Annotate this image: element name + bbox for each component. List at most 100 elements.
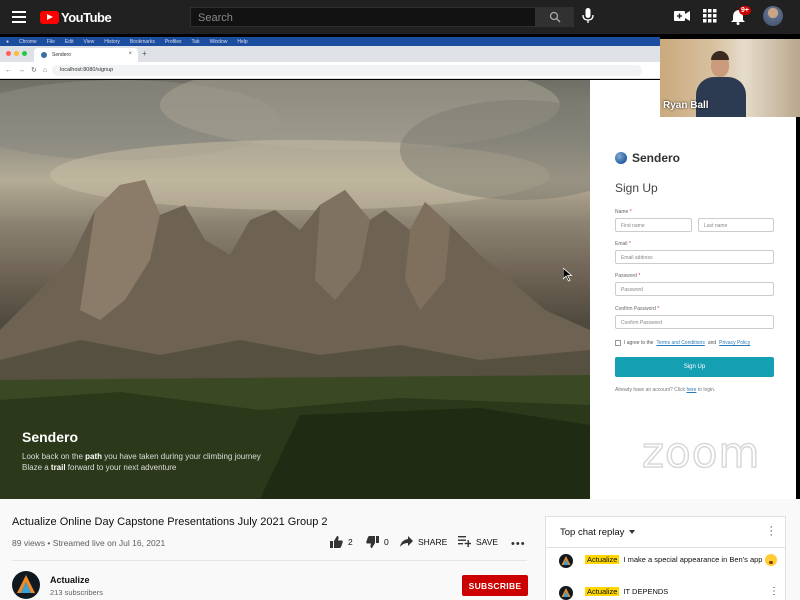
- mac-menu-item: File: [46, 38, 55, 45]
- thumbs-down-icon: [366, 536, 379, 548]
- new-tab-plus-icon: +: [142, 49, 147, 58]
- mac-menu-bar: ● Chrome File Edit View History Bookmark…: [0, 37, 660, 46]
- video-stats: 89 views • Streamed live on Jul 16, 2021: [12, 538, 166, 548]
- mac-menu-item: Help: [237, 38, 248, 45]
- search-icon: [549, 11, 561, 23]
- mountain-hero-image: Sendero Look back on the path you have t…: [0, 80, 590, 499]
- like-count: 2: [348, 537, 353, 547]
- more-actions-icon[interactable]: •••: [511, 538, 526, 550]
- share-button[interactable]: SHARE: [400, 536, 447, 547]
- share-label: SHARE: [418, 536, 448, 547]
- chat-replay-panel: Top chat replay · · · Actualize I make a sp…: [545, 516, 786, 600]
- account-avatar[interactable]: [763, 6, 783, 26]
- mouse-cursor-icon: [563, 268, 573, 282]
- youtube-play-icon: [40, 10, 59, 24]
- share-arrow-icon: [400, 536, 413, 547]
- email-field: Email address: [615, 250, 774, 264]
- masthead: YouTube 9+: [0, 0, 800, 34]
- chat-menu-icon[interactable]: · · ·: [769, 522, 773, 541]
- dislike-button[interactable]: 0: [366, 536, 389, 548]
- privacy-link: Privacy Policy: [719, 340, 751, 346]
- message-menu-icon[interactable]: ⋮: [769, 586, 779, 597]
- signup-submit-button: Sign Up: [615, 357, 774, 377]
- browser-nav-icons: ←→↻⌂: [5, 67, 54, 74]
- form-title: Sign Up: [615, 181, 658, 195]
- url-field: localhost:8080/signup: [52, 65, 642, 76]
- hero-tagline-text: Blaze a: [22, 463, 51, 472]
- webcam-overlay: Ryan Ball: [660, 39, 800, 117]
- hero-tagline-text: Look back on the: [22, 452, 86, 461]
- mac-menu-item: History: [104, 38, 120, 45]
- chat-mode-dropdown[interactable]: Top chat replay: [560, 527, 636, 538]
- chat-message-body: Actualize IT DEPENDS: [585, 586, 779, 597]
- like-button[interactable]: 2: [330, 536, 353, 548]
- hero-tagline-bold: path: [85, 452, 103, 461]
- thumbs-up-icon: [330, 536, 343, 548]
- zoom-window-dot: [22, 51, 27, 56]
- chat-message-text: I make a special appearance in Ben's app: [623, 555, 763, 564]
- youtube-wordmark: YouTube: [61, 9, 112, 25]
- tab-close-icon: ×: [128, 51, 132, 57]
- confirm-password-field: Confirm Password: [615, 315, 774, 329]
- hamburger-menu-icon[interactable]: [12, 11, 26, 23]
- sendero-brand: Sendero: [615, 151, 680, 165]
- mountain-landscape-illustration: [0, 80, 590, 499]
- create-video-icon[interactable]: [674, 9, 690, 23]
- video-player[interactable]: ● Chrome File Edit View History Bookmark…: [0, 34, 800, 499]
- presenter-hair: [711, 51, 729, 60]
- chat-header: Top chat replay · · ·: [546, 517, 785, 548]
- video-title: Actualize Online Day Capstone Presentati…: [12, 516, 328, 528]
- channel-avatar[interactable]: [12, 571, 40, 599]
- hero-tagline: Look back on the path you have taken dur…: [22, 451, 261, 473]
- mac-menu-item: Profiles: [164, 38, 182, 45]
- caret-down-icon: [629, 530, 636, 535]
- mac-menu-item: View: [83, 38, 95, 45]
- apps-grid-icon[interactable]: [703, 9, 717, 23]
- email-label: Email *: [615, 241, 631, 247]
- browser-tab-bar: Sendero × +: [0, 46, 660, 62]
- search-box: [190, 7, 574, 27]
- youtube-logo[interactable]: YouTube: [40, 9, 112, 25]
- search-input[interactable]: [191, 9, 536, 27]
- mac-menu-item: Edit: [64, 38, 74, 45]
- email-label-text: Email: [615, 241, 628, 247]
- password-label: Password *: [615, 273, 640, 279]
- zoom-watermark: zoom: [641, 427, 761, 478]
- terms-agreement: I agree to the Terms and Conditions and …: [615, 340, 750, 346]
- signup-form-panel: Sendero Sign Up Name * First name Last n…: [590, 80, 796, 499]
- brand-name: Sendero: [632, 151, 681, 165]
- hero-tagline-bold: trail: [50, 463, 66, 472]
- mac-menu-item: Bookmarks: [129, 38, 155, 45]
- password-label-text: Password: [615, 273, 637, 279]
- presenter-body: [696, 77, 746, 117]
- required-mark: *: [657, 306, 660, 312]
- browser-tab-title: Sendero: [52, 52, 71, 58]
- login-link: here: [686, 387, 697, 393]
- search-button[interactable]: [535, 8, 573, 26]
- hero-tagline-text: you have taken during your climbing jour…: [102, 452, 261, 461]
- required-mark: *: [629, 209, 632, 215]
- mac-menu-item: Tab: [191, 38, 200, 45]
- terms-and-text: and: [707, 340, 717, 346]
- first-name-field: First name: [615, 218, 692, 232]
- actualize-logo-icon: [561, 556, 571, 565]
- channel-name[interactable]: Actualize: [50, 575, 90, 585]
- terms-link: Terms and Conditions: [656, 340, 705, 346]
- url-text: localhost:8080/signup: [60, 67, 114, 73]
- chat-message-text: IT DEPENDS: [623, 587, 669, 596]
- required-mark: *: [638, 273, 641, 279]
- subscribe-button[interactable]: SUBSCRIBE: [462, 575, 528, 596]
- save-button[interactable]: SAVE: [458, 536, 498, 547]
- actualize-logo-icon: [561, 588, 571, 597]
- webcam-name-label: Ryan Ball: [663, 100, 709, 111]
- close-window-dot: [6, 51, 11, 56]
- save-label: SAVE: [476, 536, 499, 547]
- notification-count-badge: 9+: [739, 6, 751, 15]
- hero-tagline-text: forward to your next adventure: [65, 463, 177, 472]
- login-prompt-text: Already have an account? Click: [615, 387, 686, 393]
- chat-author-badge: Actualize: [585, 587, 620, 596]
- globe-logo-icon: [615, 152, 627, 164]
- microphone-icon[interactable]: [582, 8, 594, 24]
- confirm-password-label: Confirm Password *: [615, 306, 659, 312]
- terms-checkbox: [615, 340, 621, 346]
